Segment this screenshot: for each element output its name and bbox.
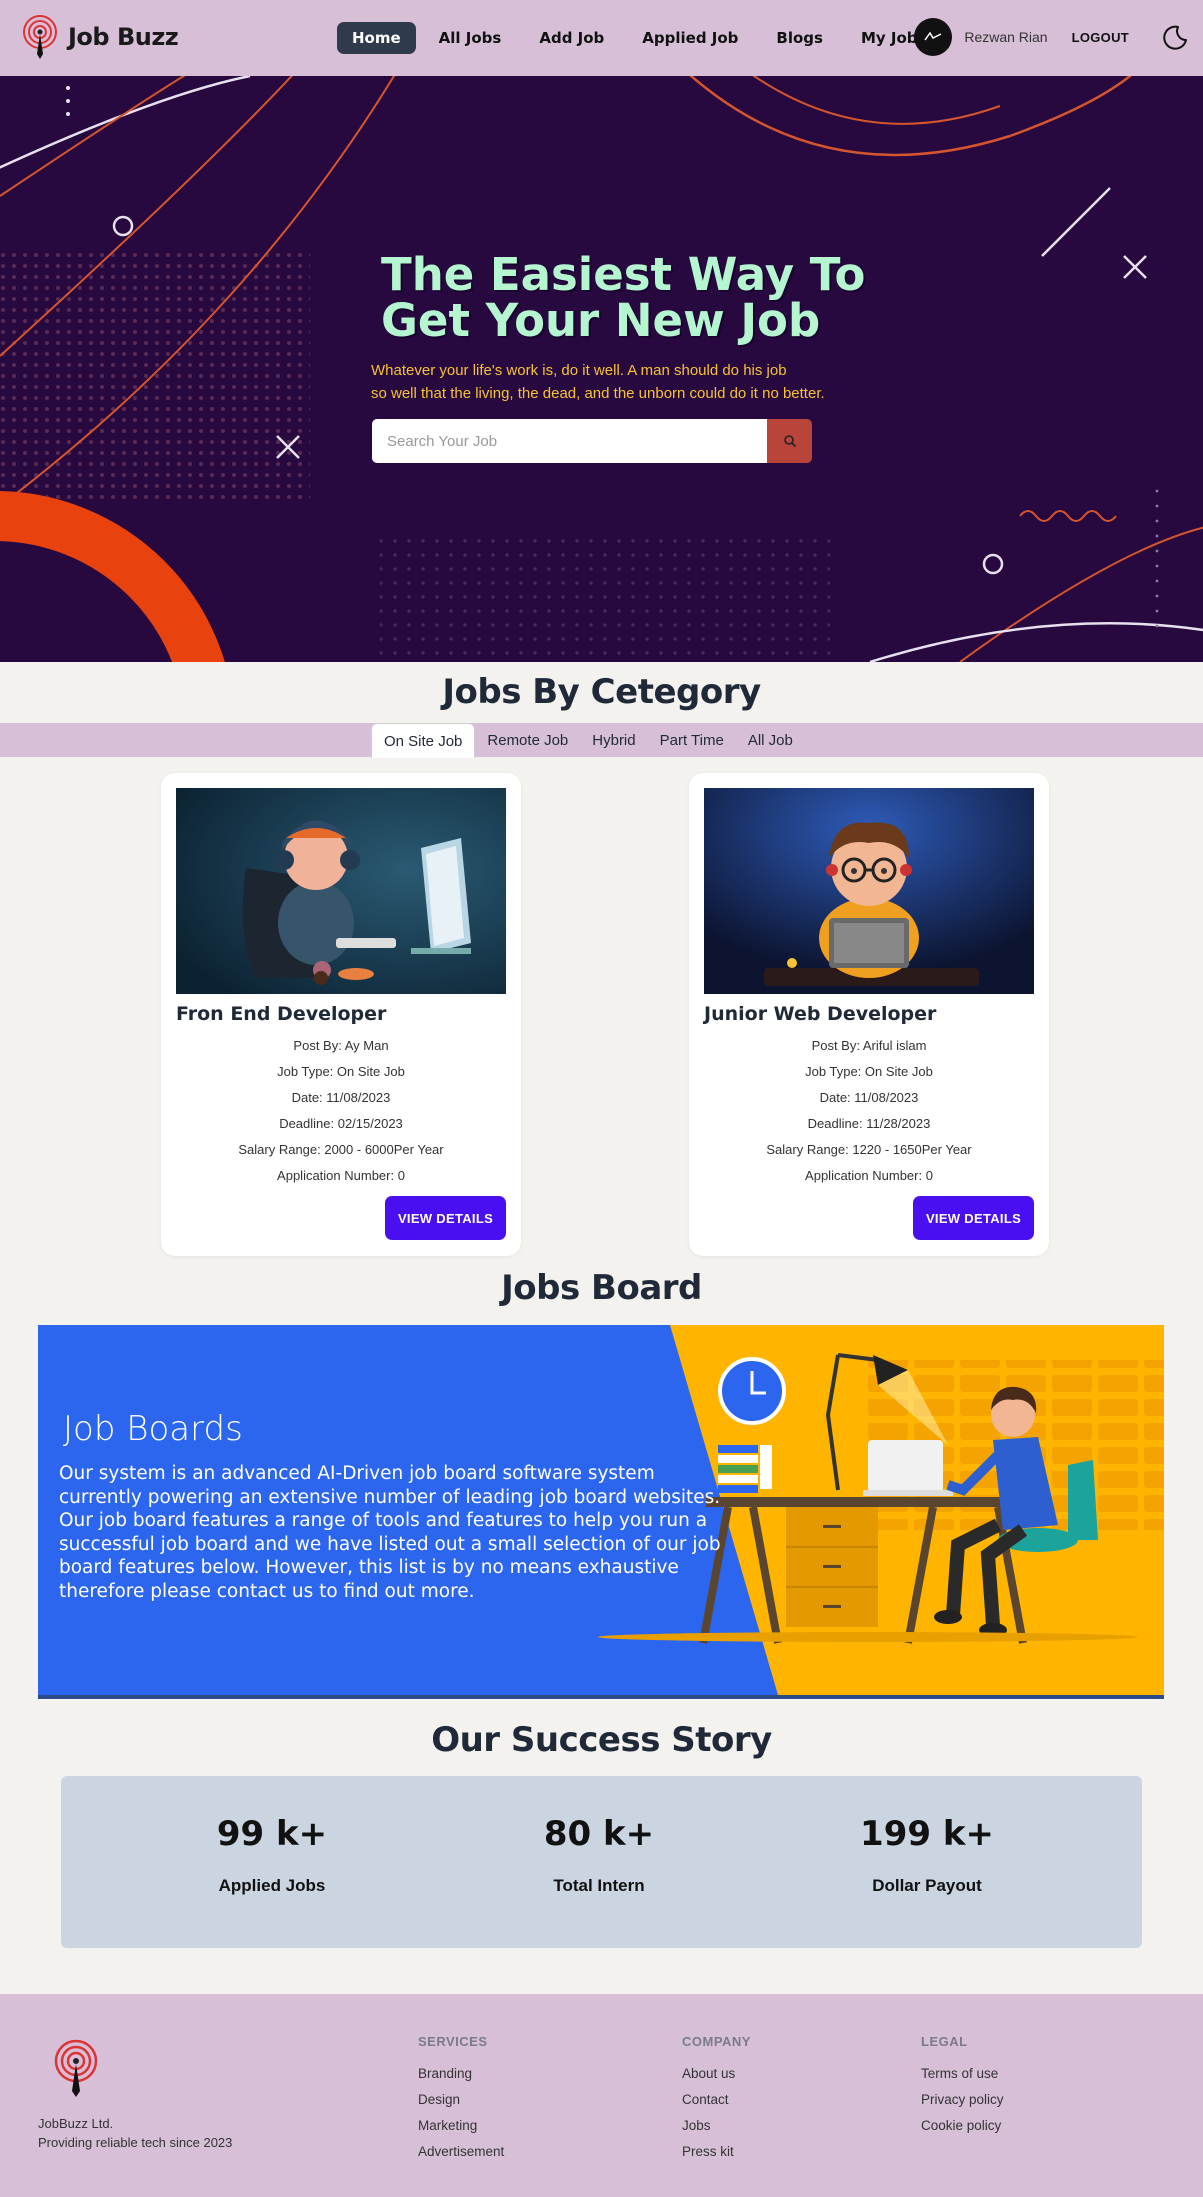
job-title: Fron End Developer: [176, 1003, 387, 1025]
footer-column-title: LEGAL: [921, 2034, 968, 2049]
footer-link-about[interactable]: About us: [682, 2064, 751, 2090]
job-board-heading: Job Boards: [63, 1409, 243, 1449]
nav-link-all-jobs[interactable]: All Jobs: [424, 22, 517, 54]
stat-label: Total Intern: [553, 1876, 645, 1895]
tab-part-time[interactable]: Part Time: [648, 723, 736, 757]
job-board-banner: Job Boards Our system is an advanced AI-…: [38, 1325, 1164, 1699]
nav-link-add-job[interactable]: Add Job: [524, 22, 619, 54]
job-salary: Salary Range: 2000 - 6000Per Year: [238, 1142, 444, 1157]
job-details: Post By: Ariful islam Job Type: On Site …: [689, 1036, 1049, 1192]
search-icon: [783, 435, 796, 448]
job-deadline: Deadline: 11/28/2023: [807, 1116, 931, 1131]
job-post-by: Post By: Ariful islam: [811, 1038, 927, 1053]
footer-link-contact[interactable]: Contact: [682, 2090, 751, 2116]
stat-value: 99 k+: [216, 1814, 328, 1854]
tab-remote-job[interactable]: Remote Job: [475, 723, 580, 757]
footer: JobBuzz Ltd. Providing reliable tech sin…: [0, 1994, 1203, 2197]
category-title: Jobs By Cetegory: [442, 672, 761, 712]
hero-banner: The Easiest Way To Get Your New Job What…: [0, 76, 1203, 662]
footer-company: JobBuzz Ltd. Providing reliable tech sin…: [38, 2114, 232, 2152]
job-card-image: [176, 788, 506, 994]
search-input[interactable]: [372, 419, 767, 463]
stat-total-intern: 80 k+ Total Intern: [474, 1814, 724, 1896]
footer-link-privacy[interactable]: Privacy policy: [921, 2090, 1004, 2116]
job-applications: Application Number: 0: [277, 1168, 405, 1183]
footer-link-advertisement[interactable]: Advertisement: [418, 2142, 504, 2168]
footer-link-marketing[interactable]: Marketing: [418, 2116, 504, 2142]
stat-value: 80 k+: [543, 1814, 655, 1854]
avatar[interactable]: [914, 18, 953, 56]
view-details-button[interactable]: VIEW DETAILS: [913, 1196, 1034, 1240]
job-applications: Application Number: 0: [805, 1168, 933, 1183]
footer-services: SERVICES Branding Design Marketing Adver…: [418, 2034, 504, 2168]
footer-link-terms[interactable]: Terms of use: [921, 2064, 1004, 2090]
search-button[interactable]: [767, 419, 812, 463]
job-date: Date: 11/08/2023: [291, 1090, 391, 1105]
brand-name: Job Buzz: [68, 23, 179, 51]
footer-link-cookie[interactable]: Cookie policy: [921, 2116, 1004, 2142]
job-card: Junior Web Developer Post By: Ariful isl…: [689, 773, 1049, 1256]
nav-link-blogs[interactable]: Blogs: [761, 22, 838, 54]
category-tabs-bar: On Site Job Remote Job Hybrid Part Time …: [0, 723, 1203, 758]
job-type: Job Type: On Site Job: [277, 1064, 405, 1079]
hero-title: The Easiest Way To Get Your New Job: [381, 248, 866, 347]
footer-company-links: COMPANY About us Contact Jobs Press kit: [682, 2034, 751, 2168]
job-card-image: [704, 788, 1034, 994]
success-title: Our Success Story: [431, 1720, 772, 1760]
stat-applied-jobs: 99 k+ Applied Jobs: [147, 1814, 397, 1896]
user-name: Rezwan Rian: [964, 29, 1048, 45]
tab-all-job[interactable]: All Job: [736, 723, 805, 757]
job-details: Post By: Ay Man Job Type: On Site Job Da…: [161, 1036, 521, 1192]
job-type: Job Type: On Site Job: [805, 1064, 933, 1079]
hero-subtitle: Whatever your life's work is, do it well…: [371, 362, 825, 402]
job-salary: Salary Range: 1220 - 1650Per Year: [766, 1142, 972, 1157]
job-deadline: Deadline: 02/15/2023: [279, 1116, 403, 1131]
footer-link-branding[interactable]: Branding: [418, 2064, 504, 2090]
footer-link-jobs[interactable]: Jobs: [682, 2116, 751, 2142]
nav-link-home[interactable]: Home: [337, 22, 416, 54]
tower-logo-icon: [23, 15, 57, 59]
job-board-description: Our system is an advanced AI-Driven job …: [59, 1463, 721, 1602]
hero-search: [372, 419, 812, 463]
stat-label: Dollar Payout: [872, 1876, 982, 1895]
logout-button[interactable]: LOGOUT: [1072, 30, 1129, 45]
brand[interactable]: Job Buzz: [22, 14, 179, 60]
job-post-by: Post By: Ay Man: [293, 1038, 389, 1053]
success-stats: 99 k+ Applied Jobs 80 k+ Total Intern 19…: [61, 1776, 1142, 1948]
footer-legal: LEGAL Terms of use Privacy policy Cookie…: [921, 2034, 1004, 2142]
footer-link-press-kit[interactable]: Press kit: [682, 2142, 751, 2168]
job-card: Fron End Developer Post By: Ay Man Job T…: [161, 773, 521, 1256]
moon-icon[interactable]: [1161, 23, 1189, 51]
category-tabs: On Site Job Remote Job Hybrid Part Time …: [371, 723, 805, 758]
tower-logo-icon: [54, 2039, 98, 2097]
view-details-button[interactable]: VIEW DETAILS: [385, 1196, 506, 1240]
job-title: Junior Web Developer: [704, 1003, 937, 1025]
jobs-board-title: Jobs Board: [501, 1268, 702, 1308]
stat-label: Applied Jobs: [218, 1876, 326, 1895]
tab-on-site-job[interactable]: On Site Job: [371, 723, 476, 758]
nav-links: Home All Jobs Add Job Applied Job Blogs …: [337, 22, 933, 54]
company-tagline: Providing reliable tech since 2023: [38, 2135, 233, 2150]
nav-user-area: Rezwan Rian LOGOUT: [914, 18, 1189, 56]
tab-hybrid[interactable]: Hybrid: [580, 723, 647, 757]
job-date: Date: 11/08/2023: [819, 1090, 919, 1105]
navbar: Job Buzz Home All Jobs Add Job Applied J…: [0, 0, 1203, 76]
footer-column-title: SERVICES: [418, 2034, 488, 2049]
footer-link-design[interactable]: Design: [418, 2090, 504, 2116]
stat-dollar-payout: 199 k+ Dollar Payout: [802, 1814, 1052, 1896]
footer-column-title: COMPANY: [682, 2034, 751, 2049]
nav-link-applied-job[interactable]: Applied Job: [627, 22, 753, 54]
stat-value: 199 k+: [860, 1814, 994, 1854]
company-name: JobBuzz Ltd.: [38, 2116, 114, 2131]
